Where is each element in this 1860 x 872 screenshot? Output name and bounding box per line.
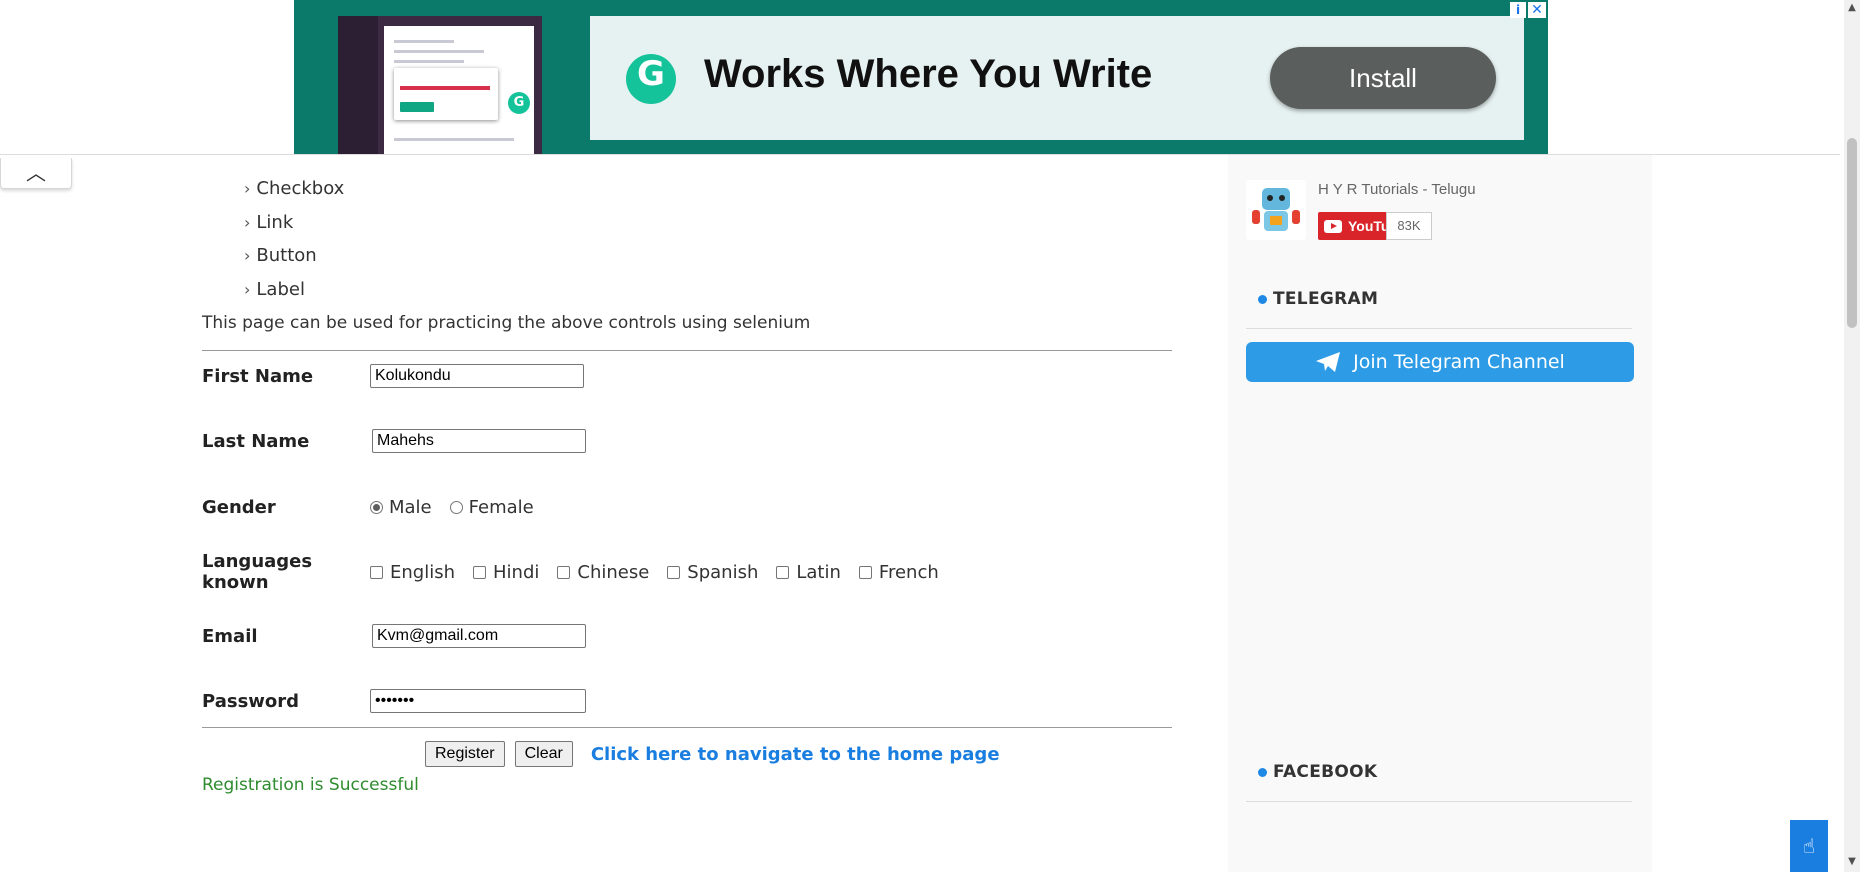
form-actions: Register Clear Click here to navigate to… <box>425 741 1000 767</box>
bullet-dot-icon <box>1258 767 1267 777</box>
checkbox-spanish[interactable] <box>667 565 681 579</box>
language-option[interactable]: Chinese <box>557 562 649 583</box>
language-option[interactable]: Hindi <box>473 562 539 583</box>
gender-option-female[interactable]: Female <box>449 497 534 518</box>
ad-close-icon[interactable]: ✕ <box>1528 2 1546 18</box>
scroll-up-arrow-icon[interactable]: ▲ <box>1844 0 1860 16</box>
ad-install-button[interactable]: Install <box>1270 47 1496 109</box>
ad-card[interactable]: G Works Where You Write Install <box>590 16 1524 140</box>
facebook-divider <box>1246 801 1632 802</box>
collapse-ad-chevron-up-icon[interactable]: ︿ <box>0 158 72 189</box>
email-input[interactable] <box>372 624 586 648</box>
telegram-section-title: TELEGRAM <box>1258 289 1378 309</box>
scrollbar-thumb[interactable] <box>1847 138 1857 328</box>
email-label: Email <box>202 625 258 647</box>
ad-info-icon[interactable]: i <box>1510 2 1526 18</box>
youtube-subscriber-count: 83K <box>1386 212 1432 240</box>
facebook-section-title: FACEBOOK <box>1258 762 1377 782</box>
paper-plane-icon <box>1316 352 1341 372</box>
first-name-label: First Name <box>202 365 314 387</box>
password-row: Password <box>202 689 586 713</box>
form-bottom-divider <box>202 727 1172 728</box>
chevron-right-icon: › <box>244 279 251 299</box>
chevron-right-icon: › <box>244 179 251 199</box>
intro-text: This page can be used for practicing the… <box>202 313 811 333</box>
language-option[interactable]: French <box>858 562 939 583</box>
scroll-down-arrow-icon[interactable]: ▼ <box>1844 854 1860 870</box>
languages-checkbox-group: English Hindi Chinese Spanish Latin Fren… <box>370 562 957 583</box>
ad-banner[interactable]: G G Works Where You Write Install i ✕ <box>294 0 1548 154</box>
gender-radio-group: Male Female <box>370 497 552 518</box>
grammarly-dot-icon: G <box>508 92 530 114</box>
youtube-play-icon <box>1324 219 1342 233</box>
first-name-row: First Name <box>202 364 584 388</box>
ad-preview-image: G <box>338 16 542 154</box>
password-input[interactable] <box>370 689 586 713</box>
youtube-subscribe-button[interactable]: YouTube <box>1318 212 1406 240</box>
languages-label: Languages known <box>202 551 313 593</box>
checkbox-french[interactable] <box>858 565 872 579</box>
gender-row: Gender Male Female <box>202 494 552 520</box>
chevron-right-icon: › <box>244 212 251 232</box>
language-option[interactable]: English <box>370 562 455 583</box>
checkbox-hindi[interactable] <box>473 565 486 579</box>
telegram-divider <box>1246 328 1632 329</box>
radio-male[interactable] <box>370 500 383 514</box>
controls-list: › Checkbox › Link › Button › Label <box>244 172 344 306</box>
join-telegram-button[interactable]: Join Telegram Channel <box>1246 342 1634 382</box>
checkbox-latin[interactable] <box>776 565 790 579</box>
grammarly-logo-icon: G <box>626 54 676 104</box>
register-button[interactable]: Register <box>425 741 505 767</box>
page-scrollbar[interactable]: ▲ ▼ <box>1844 0 1860 872</box>
checkbox-chinese[interactable] <box>557 565 571 579</box>
language-option[interactable]: Spanish <box>667 562 758 583</box>
sidebar: H Y R Tutorials - Telugu YouTube 83K TEL… <box>1228 155 1652 872</box>
list-item: › Checkbox <box>244 178 345 200</box>
languages-row: Languages known English Hindi Chinese Sp… <box>202 551 957 593</box>
list-item: › Button <box>244 245 317 267</box>
list-item: › Label <box>244 278 305 300</box>
password-label: Password <box>202 690 300 712</box>
hand-pointer-icon[interactable]: ☝ <box>1790 820 1828 872</box>
ad-headline: Works Where You Write <box>704 52 1153 96</box>
gender-label: Gender <box>202 496 276 518</box>
radio-female[interactable] <box>449 500 463 514</box>
list-item: › Link <box>244 211 294 233</box>
form-top-divider <box>202 350 1172 351</box>
gender-option-male[interactable]: Male <box>370 497 432 518</box>
home-page-link[interactable]: Click here to navigate to the home page <box>591 744 1000 765</box>
bullet-dot-icon <box>1258 294 1267 304</box>
youtube-channel-name[interactable]: H Y R Tutorials - Telugu <box>1318 181 1476 198</box>
last-name-row: Last Name <box>202 429 586 453</box>
checkbox-english[interactable] <box>370 565 383 579</box>
clear-button[interactable]: Clear <box>514 741 573 767</box>
channel-avatar-robot-icon[interactable] <box>1246 180 1306 240</box>
chevron-right-icon: › <box>244 246 251 266</box>
success-message: Registration is Successful <box>202 775 419 795</box>
language-option[interactable]: Latin <box>776 562 841 583</box>
last-name-input[interactable] <box>372 429 586 453</box>
email-row: Email <box>202 624 586 648</box>
last-name-label: Last Name <box>202 430 310 452</box>
first-name-input[interactable] <box>370 364 584 388</box>
